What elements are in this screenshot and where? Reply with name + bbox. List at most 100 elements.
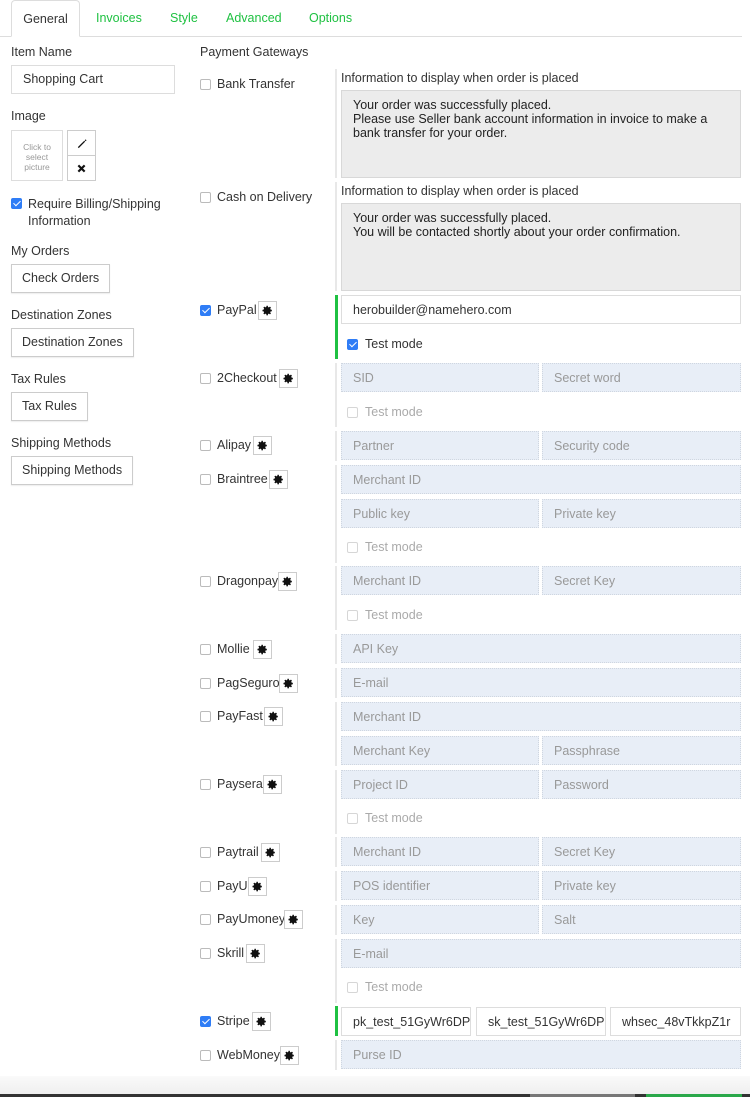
tab-invoices[interactable]: Invoices xyxy=(96,0,142,37)
gateway-settings-button-payumoney[interactable] xyxy=(284,910,303,929)
gateway-checkbox-webmoney[interactable] xyxy=(200,1050,211,1061)
gateway-checkbox-pagseguro[interactable] xyxy=(200,678,211,689)
item-name-input[interactable]: Shopping Cart xyxy=(11,65,175,94)
gateway-field-payfast[interactable]: Merchant ID xyxy=(341,702,741,731)
footer-bar xyxy=(0,1076,750,1094)
test-mode-checkbox-skrill[interactable] xyxy=(347,982,358,993)
gateway-field-skrill[interactable]: E-mail xyxy=(341,939,741,968)
test-mode-checkbox-braintree[interactable] xyxy=(347,542,358,553)
gateway-settings-button-paypal[interactable] xyxy=(258,301,277,320)
tab-options[interactable]: Options xyxy=(309,0,352,37)
destination-zones-button[interactable]: Destination Zones xyxy=(11,328,134,357)
gateway-settings-button-mollie[interactable] xyxy=(253,640,272,659)
gateway-settings-button-stripe[interactable] xyxy=(252,1012,271,1031)
gateway-field-paysera[interactable]: Password xyxy=(542,770,741,799)
test-mode-label: Test mode xyxy=(365,337,423,351)
order-info-textarea-cash-on-delivery[interactable]: Your order was successfully placed. You … xyxy=(341,203,741,291)
gateway-settings-button-skrill[interactable] xyxy=(246,944,265,963)
gateway-checkbox-dragonpay[interactable] xyxy=(200,576,211,587)
gateway-field-stripe[interactable]: whsec_48vTkkpZ1r xyxy=(610,1007,741,1036)
gateway-divider xyxy=(335,1006,338,1036)
image-picker[interactable]: Click to select picture xyxy=(11,130,63,181)
gateway-settings-button-pagseguro[interactable] xyxy=(279,674,298,693)
gateway-field-stripe[interactable]: pk_test_51GyWr6DP xyxy=(341,1007,471,1036)
gateway-name-skrill: Skrill xyxy=(217,946,245,960)
edit-image-button[interactable] xyxy=(67,130,96,156)
remove-image-button[interactable] xyxy=(67,155,96,181)
gateway-field-payu[interactable]: POS identifier xyxy=(341,871,539,900)
check-orders-button[interactable]: Check Orders xyxy=(11,264,111,293)
gateway-field-braintree[interactable]: Public key xyxy=(341,499,539,528)
gateway-field-2checkout[interactable]: SID xyxy=(341,363,539,392)
tax-rules-button[interactable]: Tax Rules xyxy=(11,392,88,421)
gateway-field-paytrail[interactable]: Merchant ID xyxy=(341,837,539,866)
gateway-checkbox-payu[interactable] xyxy=(200,881,211,892)
info-label: Information to display when order is pla… xyxy=(341,184,579,198)
gateway-field-paysera[interactable]: Project ID xyxy=(341,770,539,799)
gear-icon xyxy=(283,373,293,384)
gateway-settings-button-paytrail[interactable] xyxy=(261,843,280,862)
gateway-field-payfast[interactable]: Merchant Key xyxy=(341,736,539,765)
gateway-checkbox-cash-on-delivery[interactable] xyxy=(200,192,211,203)
gateway-field-payfast[interactable]: Passphrase xyxy=(542,736,741,765)
gateway-checkbox-2checkout[interactable] xyxy=(200,373,211,384)
gateway-field-2checkout[interactable]: Secret word xyxy=(542,363,741,392)
gateway-checkbox-paypal[interactable] xyxy=(200,305,211,316)
gateway-checkbox-paytrail[interactable] xyxy=(200,847,211,858)
gateway-field-payumoney[interactable]: Key xyxy=(341,905,539,934)
gateway-field-paypal[interactable]: herobuilder@namehero.com xyxy=(341,295,741,324)
gateway-field-alipay[interactable]: Security code xyxy=(542,431,741,460)
order-info-textarea-bank-transfer[interactable]: Your order was successfully placed. Plea… xyxy=(341,90,741,178)
gateway-checkbox-stripe[interactable] xyxy=(200,1016,211,1027)
test-mode-label: Test mode xyxy=(365,540,423,554)
gateway-checkbox-bank-transfer[interactable] xyxy=(200,79,211,90)
gateway-settings-button-payfast[interactable] xyxy=(264,707,283,726)
gateway-settings-button-braintree[interactable] xyxy=(269,470,288,489)
gateway-field-mollie[interactable]: API Key xyxy=(341,634,741,663)
gear-icon xyxy=(288,914,298,925)
gateway-name-braintree: Braintree xyxy=(217,472,268,486)
gear-icon xyxy=(257,440,267,451)
tab-general[interactable]: General xyxy=(11,0,80,37)
gateway-field-payu[interactable]: Private key xyxy=(542,871,741,900)
gateway-divider xyxy=(335,295,338,359)
test-mode-checkbox-2checkout[interactable] xyxy=(347,407,358,418)
gateway-name-bank-transfer: Bank Transfer xyxy=(217,77,295,91)
gateway-field-payumoney[interactable]: Salt xyxy=(542,905,741,934)
gear-icon xyxy=(273,474,283,485)
test-mode-checkbox-dragonpay[interactable] xyxy=(347,610,358,621)
gateway-field-webmoney[interactable]: Purse ID xyxy=(341,1040,741,1069)
test-mode-checkbox-paysera[interactable] xyxy=(347,813,358,824)
gateway-settings-button-2checkout[interactable] xyxy=(279,369,298,388)
gateway-checkbox-payumoney[interactable] xyxy=(200,914,211,925)
tab-style[interactable]: Style xyxy=(170,0,198,37)
gateway-name-paypal: PayPal xyxy=(217,303,257,317)
gateway-checkbox-paysera[interactable] xyxy=(200,779,211,790)
gateway-field-dragonpay[interactable]: Merchant ID xyxy=(341,566,539,595)
gateway-field-alipay[interactable]: Partner xyxy=(341,431,539,460)
gateway-divider xyxy=(335,1040,337,1070)
gateway-field-braintree[interactable]: Merchant ID xyxy=(341,465,741,494)
gateway-checkbox-skrill[interactable] xyxy=(200,948,211,959)
test-mode-checkbox-paypal[interactable] xyxy=(347,339,358,350)
gear-icon xyxy=(256,1016,266,1027)
gateway-field-pagseguro[interactable]: E-mail xyxy=(341,668,741,697)
close-icon xyxy=(77,164,86,172)
gateway-field-stripe[interactable]: sk_test_51GyWr6DP xyxy=(476,1007,606,1036)
require-billing-checkbox[interactable] xyxy=(11,198,22,209)
gateway-settings-button-webmoney[interactable] xyxy=(280,1046,299,1065)
tab-advanced[interactable]: Advanced xyxy=(226,0,282,37)
gear-icon xyxy=(250,948,260,959)
gateway-settings-button-payu[interactable] xyxy=(248,877,267,896)
gateway-checkbox-alipay[interactable] xyxy=(200,440,211,451)
gateway-checkbox-braintree[interactable] xyxy=(200,474,211,485)
gateway-checkbox-mollie[interactable] xyxy=(200,644,211,655)
gateway-settings-button-alipay[interactable] xyxy=(253,436,272,455)
gateway-field-dragonpay[interactable]: Secret Key xyxy=(542,566,741,595)
gateway-field-paytrail[interactable]: Secret Key xyxy=(542,837,741,866)
gateway-settings-button-dragonpay[interactable] xyxy=(278,572,297,591)
gateway-checkbox-payfast[interactable] xyxy=(200,711,211,722)
gateway-field-braintree[interactable]: Private key xyxy=(542,499,741,528)
shipping-methods-button[interactable]: Shipping Methods xyxy=(11,456,134,485)
gateway-settings-button-paysera[interactable] xyxy=(263,775,282,794)
